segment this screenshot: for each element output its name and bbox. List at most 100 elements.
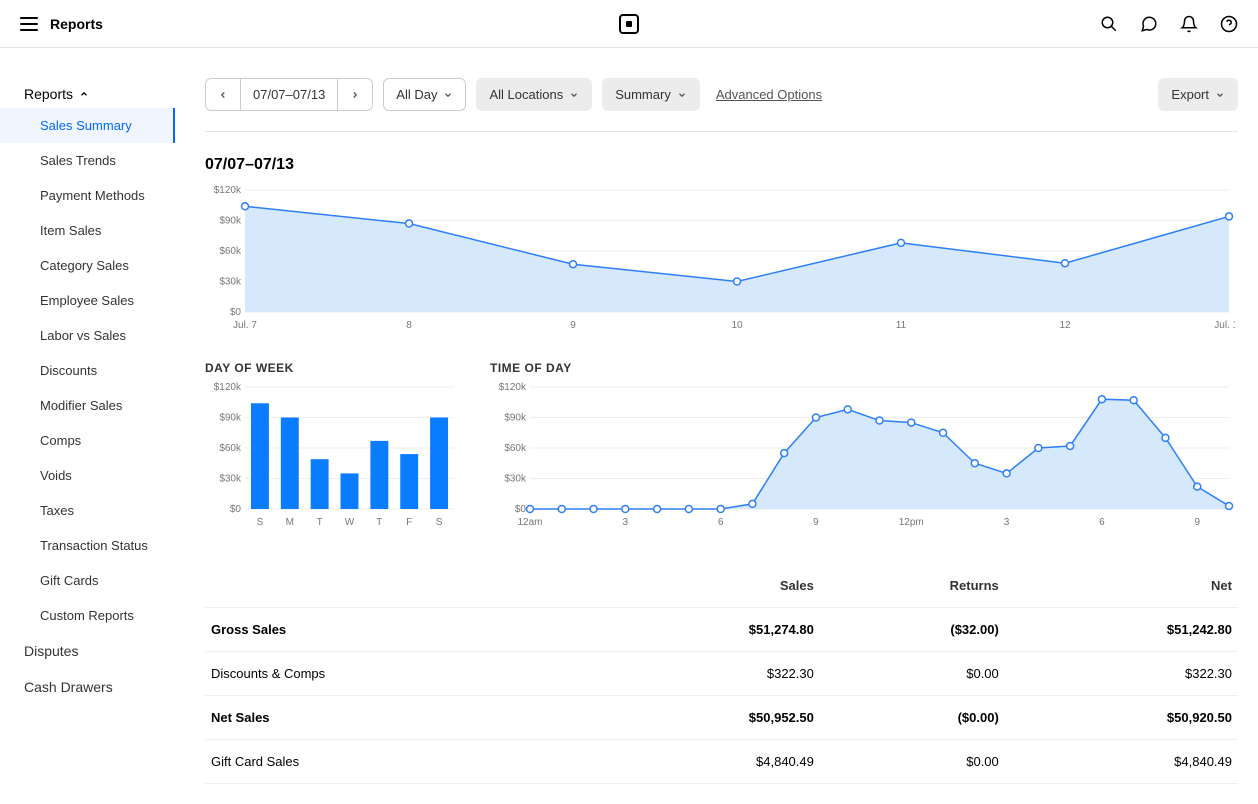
help-icon[interactable] [1220, 15, 1238, 33]
svg-text:3: 3 [623, 517, 629, 528]
export-button[interactable]: Export [1158, 78, 1238, 111]
table-cell: $322.30 [587, 652, 820, 696]
table-row: Discounts & Comps$322.30$0.00$322.30 [205, 652, 1238, 696]
table-cell: $51,242.80 [1005, 608, 1238, 652]
bell-icon[interactable] [1180, 15, 1198, 33]
table-header: Sales [587, 564, 820, 608]
svg-text:Jul. 13: Jul. 13 [1214, 320, 1235, 331]
date-range-button[interactable]: 07/07–07/13 [240, 78, 338, 111]
svg-text:$90k: $90k [504, 413, 527, 424]
svg-text:$90k: $90k [219, 216, 242, 227]
sales-summary-table: SalesReturnsNet Gross Sales$51,274.80($3… [205, 564, 1238, 784]
location-filter-button[interactable]: All Locations [476, 78, 592, 111]
sidebar-item-gift-cards[interactable]: Gift Cards [0, 563, 175, 598]
square-logo-icon[interactable] [619, 14, 639, 34]
svg-text:M: M [286, 517, 294, 528]
svg-text:9: 9 [1194, 517, 1200, 528]
svg-text:$30k: $30k [219, 277, 242, 288]
sidebar-item-employee-sales[interactable]: Employee Sales [0, 283, 175, 318]
time-filter-label: All Day [396, 87, 437, 102]
sidebar-item-disputes[interactable]: Disputes [0, 633, 175, 669]
table-row: Net Sales$50,952.50($0.00)$50,920.50 [205, 696, 1238, 740]
date-range-group: 07/07–07/13 [205, 78, 373, 111]
svg-text:S: S [436, 517, 443, 528]
table-cell: $4,840.49 [1005, 740, 1238, 784]
grouping-filter-label: Summary [615, 87, 671, 102]
svg-text:$30k: $30k [219, 474, 242, 485]
svg-text:W: W [345, 517, 355, 528]
top-bar: Reports [0, 0, 1258, 48]
sidebar-item-modifier-sales[interactable]: Modifier Sales [0, 388, 175, 423]
sidebar-item-labor-vs-sales[interactable]: Labor vs Sales [0, 318, 175, 353]
sidebar-item-sales-summary[interactable]: Sales Summary [0, 108, 175, 143]
sidebar-item-sales-trends[interactable]: Sales Trends [0, 143, 175, 178]
chevron-right-icon [350, 90, 360, 100]
table-cell: Gross Sales [205, 608, 587, 652]
table-cell: $50,920.50 [1005, 696, 1238, 740]
svg-text:12: 12 [1059, 320, 1071, 331]
svg-text:6: 6 [1099, 517, 1105, 528]
svg-text:T: T [376, 517, 382, 528]
table-cell: $51,274.80 [587, 608, 820, 652]
svg-text:$30k: $30k [504, 474, 527, 485]
sidebar-item-item-sales[interactable]: Item Sales [0, 213, 175, 248]
table-cell: $0.00 [820, 652, 1005, 696]
sidebar-section-reports[interactable]: Reports [0, 80, 175, 108]
advanced-options-link[interactable]: Advanced Options [716, 87, 822, 102]
svg-text:12pm: 12pm [899, 517, 924, 528]
time-filter-button[interactable]: All Day [383, 78, 466, 111]
svg-text:6: 6 [718, 517, 724, 528]
table-cell: $4,840.49 [587, 740, 820, 784]
svg-text:$60k: $60k [504, 443, 527, 454]
sidebar-item-discounts[interactable]: Discounts [0, 353, 175, 388]
sidebar-item-voids[interactable]: Voids [0, 458, 175, 493]
grouping-filter-button[interactable]: Summary [602, 78, 700, 111]
svg-text:9: 9 [813, 517, 819, 528]
page-title: 07/07–07/13 [205, 156, 1238, 174]
svg-text:$120k: $120k [499, 382, 527, 393]
table-header: Net [1005, 564, 1238, 608]
chevron-down-icon [443, 90, 453, 100]
chevron-down-icon [1215, 90, 1225, 100]
table-header [205, 564, 587, 608]
svg-text:11: 11 [896, 320, 907, 331]
svg-text:$90k: $90k [219, 413, 242, 424]
table-cell: Discounts & Comps [205, 652, 587, 696]
filter-bar: 07/07–07/13 All Day All Locations Summar… [205, 78, 1238, 111]
tod-chart-title: TIME OF DAY [490, 361, 1238, 375]
svg-text:Jul. 7: Jul. 7 [233, 320, 257, 331]
sidebar-item-taxes[interactable]: Taxes [0, 493, 175, 528]
sidebar-section-label: Reports [24, 86, 73, 102]
menu-icon[interactable] [20, 17, 38, 31]
table-header: Returns [820, 564, 1005, 608]
main-content: 07/07–07/13 All Day All Locations Summar… [175, 48, 1258, 804]
table-cell: Gift Card Sales [205, 740, 587, 784]
svg-text:$0: $0 [230, 504, 242, 515]
sidebar-item-category-sales[interactable]: Category Sales [0, 248, 175, 283]
sidebar-item-comps[interactable]: Comps [0, 423, 175, 458]
table-cell: $50,952.50 [587, 696, 820, 740]
table-cell: Net Sales [205, 696, 587, 740]
sidebar-item-payment-methods[interactable]: Payment Methods [0, 178, 175, 213]
sidebar-item-transaction-status[interactable]: Transaction Status [0, 528, 175, 563]
table-cell: ($32.00) [820, 608, 1005, 652]
svg-text:$120k: $120k [214, 382, 242, 393]
chevron-left-icon [218, 90, 228, 100]
table-cell: ($0.00) [820, 696, 1005, 740]
sidebar-item-cash-drawers[interactable]: Cash Drawers [0, 669, 175, 705]
date-prev-button[interactable] [205, 78, 241, 111]
sidebar-item-custom-reports[interactable]: Custom Reports [0, 598, 175, 633]
search-icon[interactable] [1100, 15, 1118, 33]
chat-icon[interactable] [1140, 15, 1158, 33]
header-title: Reports [50, 16, 103, 32]
svg-text:$120k: $120k [214, 185, 242, 196]
date-next-button[interactable] [337, 78, 373, 111]
chevron-down-icon [677, 90, 687, 100]
svg-text:10: 10 [731, 320, 743, 331]
divider [205, 131, 1238, 132]
location-filter-label: All Locations [489, 87, 563, 102]
table-cell: $322.30 [1005, 652, 1238, 696]
table-row: Gross Sales$51,274.80($32.00)$51,242.80 [205, 608, 1238, 652]
dow-chart-title: DAY OF WEEK [205, 361, 460, 375]
time-of-day-line-chart: $0$30k$60k$90k$120k12am36912pm369 [490, 381, 1235, 531]
